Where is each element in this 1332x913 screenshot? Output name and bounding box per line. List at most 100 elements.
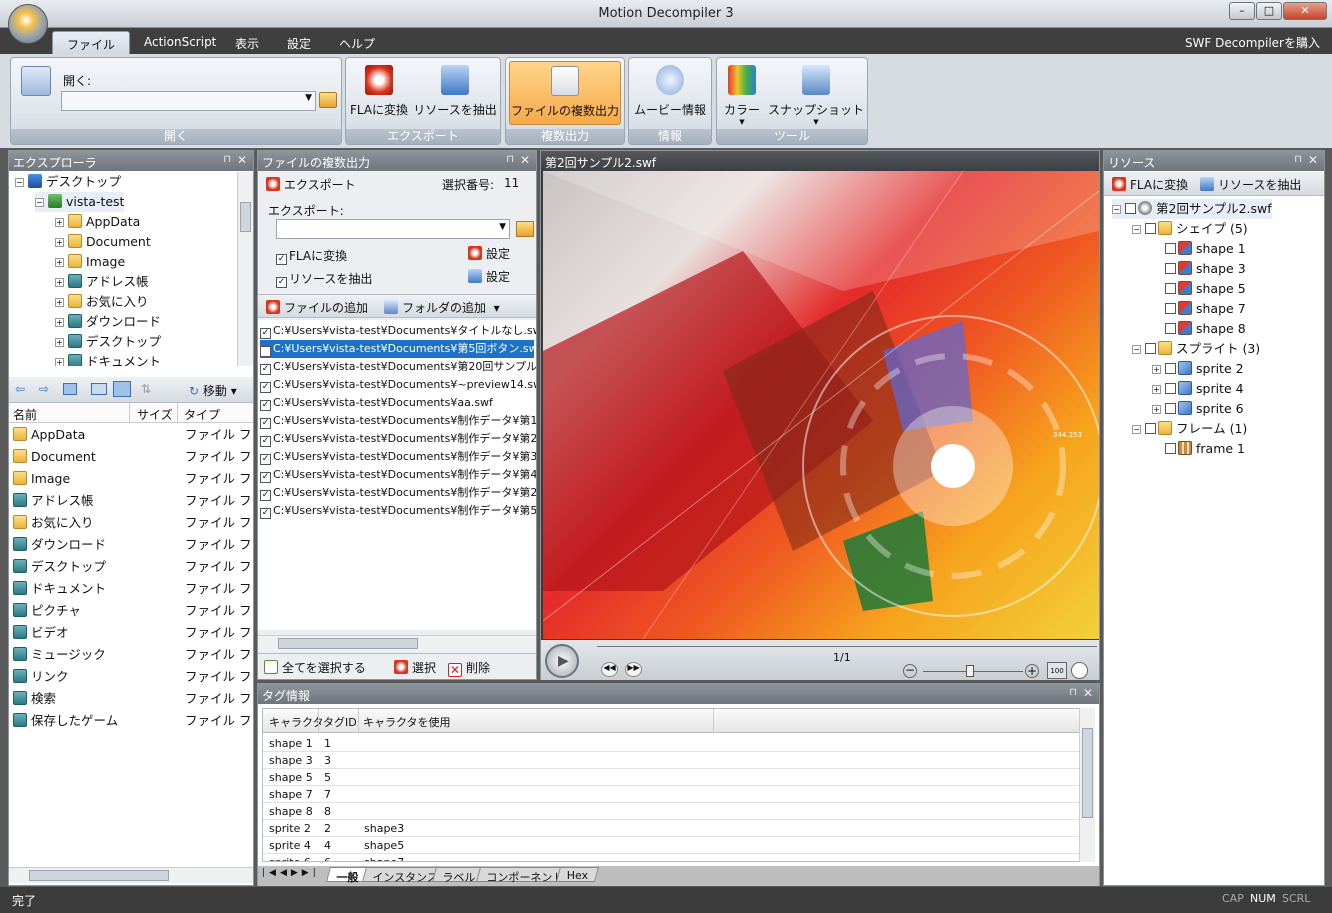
expand-icon[interactable]: + [55,338,64,347]
snapshot-button[interactable]: スナップショット ▼ [767,61,865,126]
tag-tab[interactable]: Hex [555,867,600,882]
resource-group-sprites[interactable]: − スプライト (3) [1132,339,1260,359]
pin-icon[interactable]: ⊓ [1294,154,1302,165]
file-list-item[interactable]: ミュージック ファイル フォ [13,645,253,665]
fast-forward-icon[interactable]: ▶▶ [625,662,642,677]
details-view-icon[interactable] [113,381,131,397]
resource-shape[interactable]: shape 5 [1152,279,1246,299]
select-all-button[interactable]: 全てを選択する [264,659,366,676]
pin-icon[interactable]: ⊓ [223,154,231,165]
export-file-item[interactable]: ✓ C:¥Users¥vista-test¥Documents¥制作データ¥第2回… [260,430,536,448]
expand-icon[interactable]: − [1112,205,1121,214]
extract-resources-button[interactable]: リソースを抽出 [410,61,500,125]
tree-item[interactable]: + AppData [55,212,140,232]
checkbox-icon[interactable] [1165,443,1176,454]
panel-close-icon[interactable]: ✕ [1083,686,1093,700]
resource-sprite[interactable]: + sprite 6 [1152,399,1244,419]
checkbox-icon[interactable] [1165,243,1176,254]
hscroll-thumb[interactable] [29,870,169,881]
export-file-item[interactable]: ✓ C:¥Users¥vista-test¥Documents¥制作データ¥第5回… [260,502,536,520]
movie-info-button[interactable]: ムービー情報 [632,61,708,125]
sort-icon[interactable]: ⇅ [141,382,151,396]
fla-settings-button[interactable]: 設定 [468,245,510,262]
pin-icon[interactable]: ⊓ [506,154,514,165]
col-tag-id[interactable]: タグID [323,714,357,730]
expand-icon[interactable]: + [1152,385,1161,394]
zoom-out-icon[interactable]: − [903,664,917,678]
expand-icon[interactable]: + [55,238,64,247]
open-path-combobox[interactable]: ▼ [61,91,316,111]
export-file-item[interactable]: ✓ C:¥Users¥vista-test¥Documents¥制作データ¥第4回… [260,466,536,484]
resource-shape[interactable]: shape 7 [1152,299,1246,319]
expand-icon[interactable]: + [55,318,64,327]
export-file-item[interactable]: ✓ C:¥Users¥vista-test¥Documents¥第20回サンプル.… [260,358,536,376]
checkbox-icon[interactable] [1125,203,1136,214]
tree-item[interactable]: + ドキュメント [55,352,161,366]
browse-folder-icon[interactable] [516,221,534,237]
buy-swf-decompiler-link[interactable]: SWF Decompilerを購入 [1185,34,1320,51]
expand-icon[interactable]: − [1132,345,1141,354]
export-file-item[interactable]: ✓C:¥Users¥vista-test¥Documents¥制作データ¥第20… [260,484,536,502]
tab-actionscript[interactable]: ActionScript [130,31,230,54]
tag-table-row[interactable]: shape 88 [263,803,1079,820]
close-button[interactable]: ✕ [1283,2,1327,20]
tab-nav-arrows[interactable]: |◀◀▶▶| [262,868,320,878]
tag-table-row[interactable]: sprite 2 2 shape3 [263,820,1079,837]
zoom-in-icon[interactable]: + [1025,664,1039,678]
col-character[interactable]: キャラクタ [269,714,324,730]
browse-folder-icon[interactable] [319,92,337,108]
checkbox-icon[interactable]: ✓ [260,472,271,483]
checkbox-icon[interactable]: ✓ [260,346,271,357]
panel-close-icon[interactable]: ✕ [520,153,530,167]
res-convert-fla-button[interactable]: FLAに変換 [1112,176,1188,193]
checkbox-icon[interactable] [1165,303,1176,314]
checkbox-icon[interactable]: ✓ [260,418,271,429]
col-type[interactable]: タイプ [184,406,220,423]
opt-fla-checkbox[interactable]: ✓ FLAに変換 [276,247,347,265]
tab-file[interactable]: ファイル [52,31,131,54]
selected-button[interactable]: 選択 [394,659,436,676]
add-file-button[interactable]: ファイルの追加 [266,299,368,316]
expand-icon[interactable]: − [1132,425,1141,434]
tag-table-row[interactable]: sprite 66shape7 [263,854,1079,861]
resource-frame[interactable]: frame 1 [1152,439,1245,459]
file-list-item[interactable]: Document ファイル フォ [13,447,253,467]
tree-item[interactable]: − vista-test [35,192,125,212]
checkbox-icon[interactable] [1165,323,1176,334]
checkbox-icon[interactable] [1145,223,1156,234]
checkbox-icon[interactable]: ✓ [260,382,271,393]
multi-export-button[interactable]: ファイルの複数出力 [509,61,621,125]
expand-icon[interactable]: + [55,258,64,267]
opt-extract-checkbox[interactable]: ✓ リソースを抽出 [276,270,372,288]
move-button[interactable]: ↻ 移動 ▾ [189,382,237,399]
expand-icon[interactable]: + [55,298,64,307]
col-name[interactable]: 名前 [13,406,37,423]
export-list-hscrollbar[interactable] [258,635,536,651]
zoom-100-button[interactable]: 100 [1047,662,1067,679]
checkbox-icon[interactable]: ✓ [260,490,271,501]
checkbox-icon[interactable]: ✓ [260,364,271,375]
export-file-item[interactable]: ✓ C:¥Users¥vista-test¥Documents¥第5回ボタン.sw… [260,340,536,358]
file-list-hscrollbar[interactable] [9,867,253,883]
res-extract-button[interactable]: リソースを抽出 [1200,176,1301,193]
export-file-item[interactable]: ✓ C:¥Users¥vista-test¥Documents¥aa.swf [260,394,534,412]
file-list-item[interactable]: AppData ファイル フォ [13,425,253,445]
checkbox-icon[interactable] [1145,343,1156,354]
tag-table-row[interactable]: shape 11 [263,735,1079,752]
tree-item[interactable]: + デスクトップ [55,332,161,352]
forward-arrow-icon[interactable]: ⇨ [39,382,49,396]
expand-icon[interactable]: + [55,218,64,227]
delete-button[interactable]: ✕ 削除 [448,659,490,677]
checkbox-icon[interactable] [1165,263,1176,274]
export-file-item[interactable]: ✓ C:¥Users¥vista-test¥Documents¥制作データ¥第1回… [260,412,536,430]
checkbox-icon[interactable] [1165,383,1176,394]
tree-scrollbar[interactable] [237,172,253,366]
expand-icon[interactable]: + [55,358,64,366]
export-file-item[interactable]: ✓ C:¥Users¥vista-test¥Documents¥タイトルなし.sw… [260,322,536,340]
checkbox-icon[interactable]: ✓ [260,454,271,465]
file-list-item[interactable]: Image ファイル フォ [13,469,253,489]
tag-table-row[interactable]: shape 77 [263,786,1079,803]
timeline-track[interactable] [597,646,1097,647]
minimize-button[interactable]: – [1229,2,1255,20]
tag-table-row[interactable]: shape 33 [263,752,1079,769]
